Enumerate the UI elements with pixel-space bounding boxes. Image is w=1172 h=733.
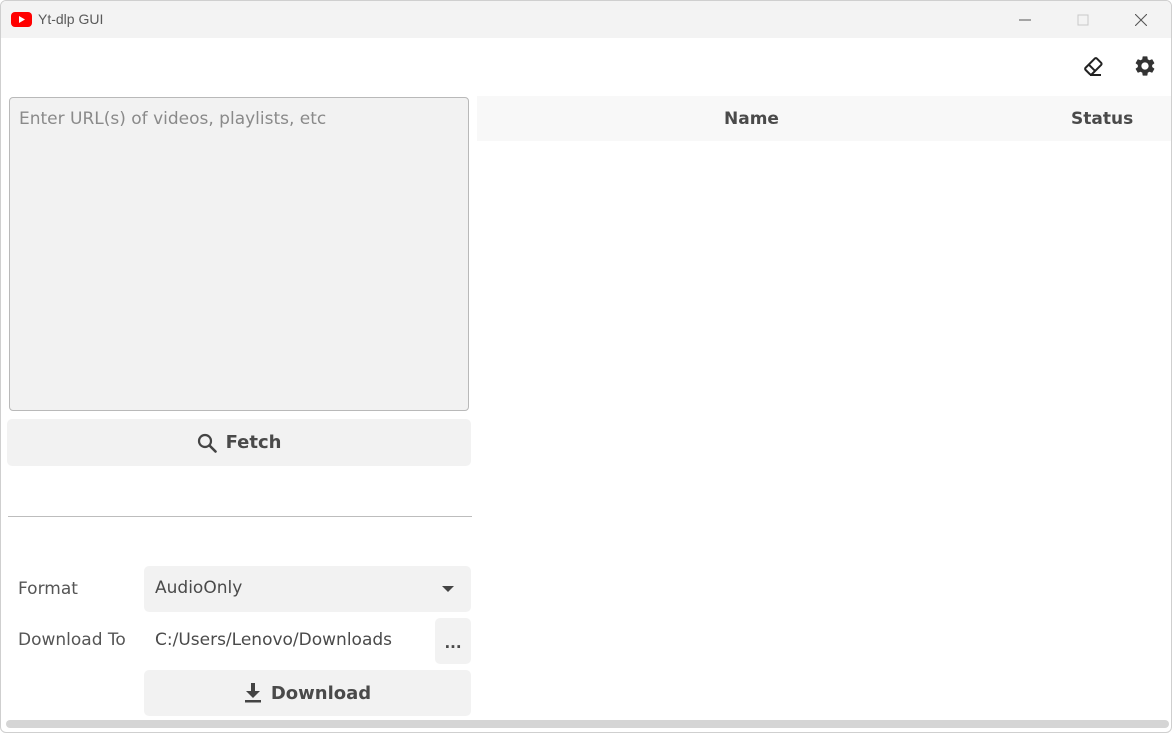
horizontal-scrollbar[interactable] (6, 720, 1169, 728)
close-icon (1135, 14, 1147, 26)
youtube-logo-icon (11, 12, 32, 27)
download-path: C:/Users/Lenovo/Downloads (155, 630, 393, 650)
fetch-button[interactable]: Fetch (7, 419, 471, 466)
caret-down-icon (442, 586, 454, 592)
minimize-icon (1019, 19, 1031, 21)
format-label: Format (18, 579, 78, 599)
close-button[interactable] (1112, 1, 1170, 38)
fetch-button-label: Fetch (225, 432, 282, 453)
title-bar[interactable]: Yt-dlp GUI (1, 1, 1171, 38)
maximize-button[interactable] (1054, 1, 1112, 38)
browse-button[interactable]: ... (435, 618, 471, 664)
download-button[interactable]: Download (144, 670, 471, 716)
maximize-icon (1077, 14, 1089, 26)
divider (8, 516, 472, 517)
format-select[interactable]: AudioOnly (144, 566, 471, 612)
download-button-label: Download (270, 682, 372, 704)
format-selected-value: AudioOnly (155, 578, 243, 598)
download-to-label: Download To (18, 630, 126, 650)
column-header-name[interactable]: Name (724, 109, 779, 129)
browse-button-label: ... (444, 634, 462, 652)
window-title: Yt-dlp GUI (38, 11, 104, 27)
app-window: Yt-dlp GUI Enter URL(s) of videos, playl… (0, 0, 1172, 733)
settings-button[interactable] (1133, 54, 1157, 78)
minimize-button[interactable] (996, 1, 1054, 38)
download-icon (244, 683, 261, 703)
eraser-icon (1084, 57, 1103, 76)
url-input[interactable] (9, 97, 469, 411)
column-header-status[interactable]: Status (1071, 109, 1133, 129)
downloads-table-header: Name Status (477, 96, 1171, 141)
clear-button[interactable] (1081, 54, 1105, 78)
search-icon (197, 433, 217, 453)
gear-icon (1135, 56, 1155, 76)
